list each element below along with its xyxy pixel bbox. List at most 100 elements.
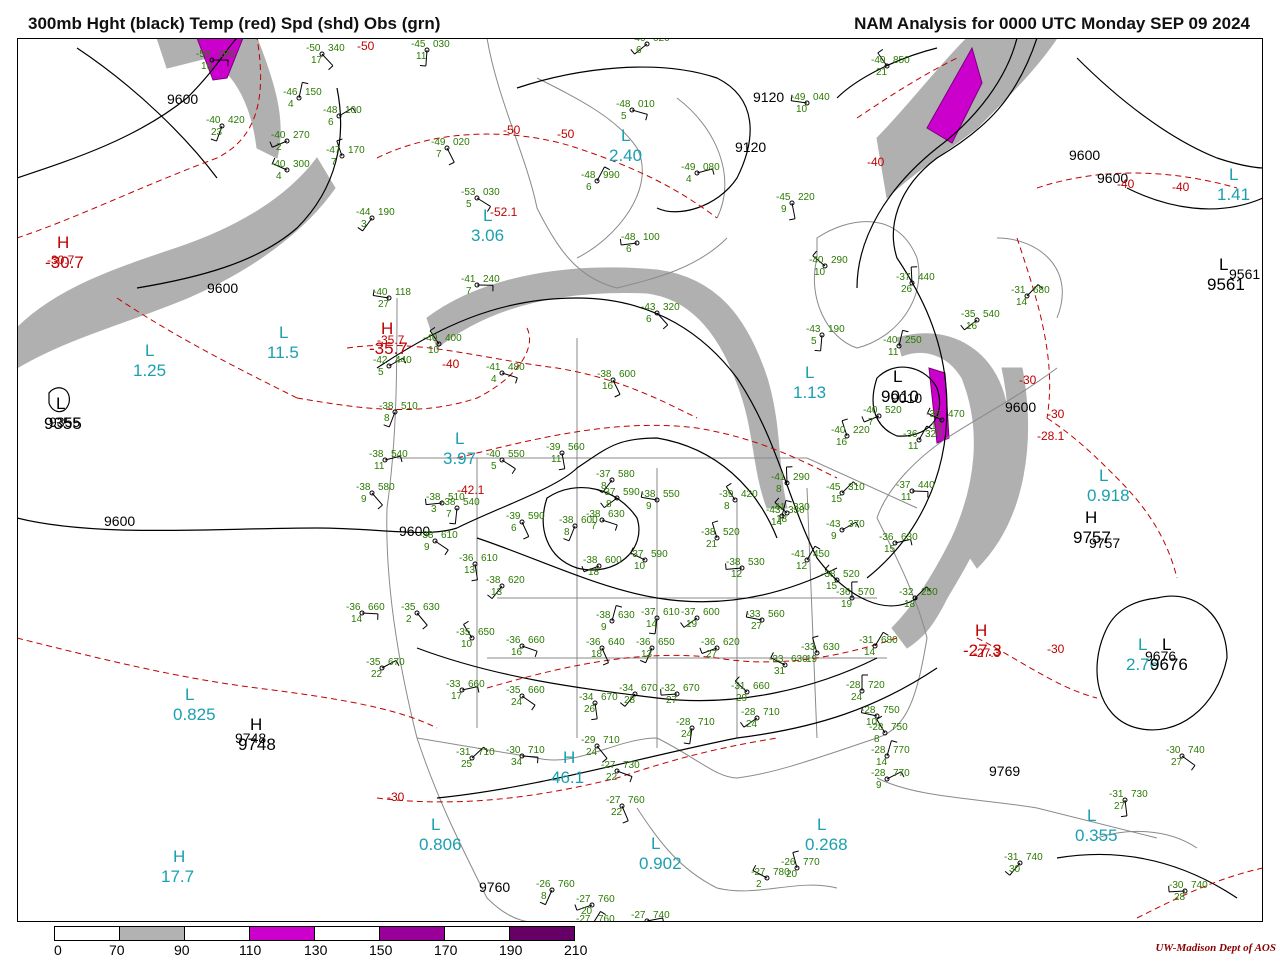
- center-value: 46.1: [551, 768, 584, 787]
- obs-dewpoint-depression: 9: [831, 531, 837, 542]
- wind-barb-flag: [575, 905, 577, 911]
- wind-barb: [612, 606, 616, 621]
- wind-barb: [389, 412, 395, 427]
- center-letter: L: [56, 394, 65, 413]
- low-center: L9010: [881, 367, 919, 406]
- obs-height: 760: [628, 795, 645, 806]
- temperature-contour-label: -50: [503, 123, 521, 137]
- station-observation: -394208: [719, 483, 758, 512]
- obs-temperature: -31: [1109, 789, 1124, 800]
- obs-temperature: -28: [871, 745, 886, 756]
- obs-height: 770: [893, 768, 910, 779]
- obs-temperature: -28: [741, 707, 756, 718]
- obs-dewpoint-depression: 27: [706, 649, 718, 660]
- legend-label: 0: [54, 942, 62, 957]
- obs-dewpoint-depression: 11: [551, 454, 562, 465]
- obs-dewpoint-depression: 13: [491, 587, 503, 598]
- obs-dewpoint-depression: 8: [564, 527, 570, 538]
- obs-height: 220: [798, 192, 815, 203]
- obs-temperature: -38: [596, 610, 611, 621]
- obs-dewpoint-depression: 19: [841, 599, 853, 610]
- obs-height: 170: [348, 145, 365, 156]
- center-value: 17.7: [161, 867, 194, 886]
- center-letter: L: [817, 815, 826, 834]
- obs-height: 720: [868, 680, 885, 691]
- wind-barb: [417, 613, 427, 625]
- obs-dewpoint-depression: 4: [288, 99, 294, 110]
- obs-height: 260: [218, 49, 235, 60]
- obs-dewpoint-depression: 9: [646, 501, 652, 512]
- obs-height: 630: [608, 509, 625, 520]
- obs-height: 630: [901, 532, 918, 543]
- obs-height: 300: [293, 159, 310, 170]
- center-letter: L: [621, 126, 630, 145]
- center-value: 3.97: [443, 449, 476, 468]
- wind-barb-flag: [640, 660, 646, 662]
- obs-dewpoint-depression: 6: [511, 523, 517, 534]
- wind-barb: [447, 148, 454, 162]
- obs-height: 660: [368, 602, 385, 613]
- obs-temperature: -38: [356, 482, 371, 493]
- obs-dewpoint-depression: 14: [771, 517, 783, 528]
- obs-height: 740: [1191, 880, 1208, 891]
- obs-height: 660: [468, 679, 485, 690]
- obs-height: 420: [228, 115, 245, 126]
- center-letter: L: [1138, 635, 1147, 654]
- obs-temperature: -27: [576, 894, 591, 905]
- obs-dewpoint-depression: 34: [511, 757, 523, 768]
- obs-temperature: -36: [836, 587, 851, 598]
- station-observation: -386109: [419, 530, 458, 555]
- center-value: 0.806: [419, 835, 462, 854]
- obs-dewpoint-depression: 11: [374, 461, 385, 472]
- station-observation: -4029010: [809, 251, 848, 278]
- center-value: 11.5: [267, 343, 299, 362]
- station-observation: -3666016: [506, 635, 545, 658]
- obs-temperature: -49: [791, 92, 806, 103]
- obs-temperature: -34: [579, 692, 594, 703]
- obs-height: 290: [831, 255, 848, 266]
- obs-temperature: -45: [826, 482, 841, 493]
- wind-barb: [786, 467, 787, 483]
- obs-height: 740: [653, 910, 670, 921]
- wind-barb-flag: [740, 722, 743, 727]
- low-center: L9561: [1207, 255, 1245, 294]
- station-observation: -4042023: [206, 115, 245, 141]
- obs-temperature: -41: [486, 362, 501, 373]
- obs-temperature: -27: [601, 760, 616, 771]
- chart-title-left: 300mb Hght (black) Temp (red) Spd (shd) …: [28, 14, 440, 34]
- legend-swatch: [510, 927, 575, 941]
- obs-temperature: -36: [506, 635, 521, 646]
- obs-height: 520: [723, 527, 740, 538]
- obs-dewpoint-depression: 21: [706, 539, 718, 550]
- obs-dewpoint-depression: 26: [584, 704, 596, 715]
- obs-height: 600: [605, 555, 622, 566]
- wind-barb: [1125, 800, 1127, 816]
- obs-temperature: -26: [781, 857, 796, 868]
- obs-dewpoint-depression: 17: [311, 55, 323, 66]
- obs-temperature: -38: [426, 492, 441, 503]
- obs-temperature: -35: [926, 409, 941, 420]
- obs-height: 670: [388, 657, 405, 668]
- station-observation: -3663015: [879, 532, 918, 555]
- station-observation: -414804: [486, 362, 525, 385]
- station-observation: -3366017: [446, 679, 485, 702]
- station-observation: -3166029: [731, 677, 770, 704]
- station-observation: -3761014: [641, 607, 680, 634]
- high-center: H-35.7: [369, 319, 408, 358]
- obs-temperature: -37: [601, 487, 616, 498]
- height-contour-label: 9760: [479, 879, 510, 895]
- obs-temperature: -38: [486, 575, 501, 586]
- obs-height: 310: [848, 482, 865, 493]
- obs-dewpoint-depression: 2: [756, 879, 762, 890]
- obs-height: 760: [598, 914, 615, 922]
- obs-dewpoint-depression: 24: [586, 747, 598, 758]
- wind-barb: [887, 741, 891, 756]
- obs-height: 660: [528, 685, 545, 696]
- station-observation: -3074027: [1166, 745, 1205, 770]
- station-observation: -4022016: [831, 419, 870, 448]
- wind-barb-flag: [663, 325, 667, 329]
- obs-height: 530: [748, 557, 765, 568]
- high-center: H9748: [238, 715, 276, 754]
- obs-temperature: -26: [536, 879, 551, 890]
- obs-height: 470: [948, 409, 965, 420]
